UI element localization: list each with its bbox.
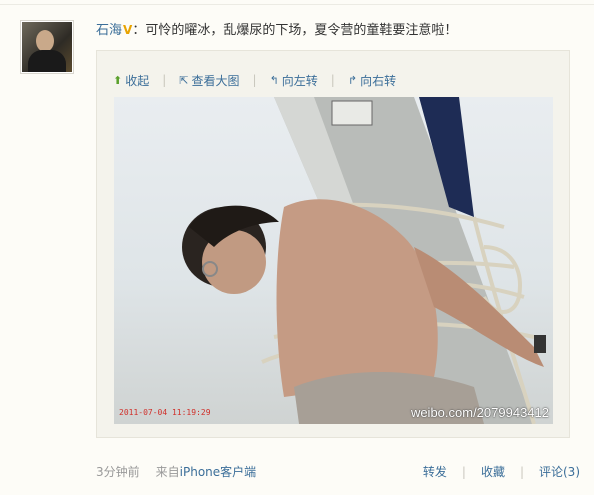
author-name[interactable]: 石海 [96,23,122,38]
verified-badge-icon[interactable]: V [123,20,132,40]
view-large-label: 查看大图 [191,73,240,88]
image-toolbar: ⬆ 收起 | ⇱ 查看大图 | ↰ 向左转 | ↱ 向右转 [113,71,396,89]
top-divider [0,4,594,5]
post-meta: 3分钟前 来自 iPhone客户端 [96,463,256,480]
favorite-button[interactable]: 收藏 [481,463,505,480]
collapse-button[interactable]: ⬆ 收起 [113,72,149,89]
photo-illustration [182,97,546,424]
rotate-right-label: 向右转 [360,73,397,88]
post-time[interactable]: 3分钟前 [96,463,140,480]
author-separator: ： [132,23,146,38]
rotate-left-label: 向左转 [281,73,318,88]
rotate-right-icon: ↱ [347,73,358,87]
toolbar-divider: | [162,73,167,87]
collapse-label: 收起 [125,73,150,88]
action-divider: | [519,464,524,479]
toolbar-divider: | [252,73,257,87]
source-link[interactable]: iPhone客户端 [180,463,257,480]
post-footer: 3分钟前 来自 iPhone客户端 转发 | 收藏 | 评论(3) [96,463,580,481]
zoom-icon: ⇱ [179,73,189,87]
toolbar-divider: | [330,73,335,87]
avatar[interactable] [20,20,74,74]
media-box: ⬆ 收起 | ⇱ 查看大图 | ↰ 向左转 | ↱ 向右转 2011-07-04… [96,50,570,438]
post-actions: 转发 | 收藏 | 评论(3) [423,463,580,480]
repost-button[interactable]: 转发 [423,463,447,480]
rotate-left-button[interactable]: ↰ 向左转 [270,72,318,89]
avatar-image [22,22,72,72]
post-text-line: 石海V：可怜的曜冰，乱爆尿的下场，夏令营的童鞋要注意啦！ [96,20,457,41]
action-divider: | [461,464,466,479]
source-prefix: 来自 [155,465,180,479]
rotate-left-icon: ↰ [269,73,279,87]
post-photo[interactable]: 2011-07-04 11:19:29 weibo.com/2079943412 [114,97,553,424]
comment-button[interactable]: 评论(3) [539,463,580,480]
photo-timestamp: 2011-07-04 11:19:29 [119,408,211,417]
arrow-up-icon: ⬆ [113,73,123,87]
photo-watermark: weibo.com/2079943412 [410,405,549,420]
view-large-button[interactable]: ⇱ 查看大图 [179,72,239,89]
rotate-right-button[interactable]: ↱ 向右转 [348,72,396,89]
post-content: 可怜的曜冰，乱爆尿的下场，夏令营的童鞋要注意啦！ [145,23,458,38]
